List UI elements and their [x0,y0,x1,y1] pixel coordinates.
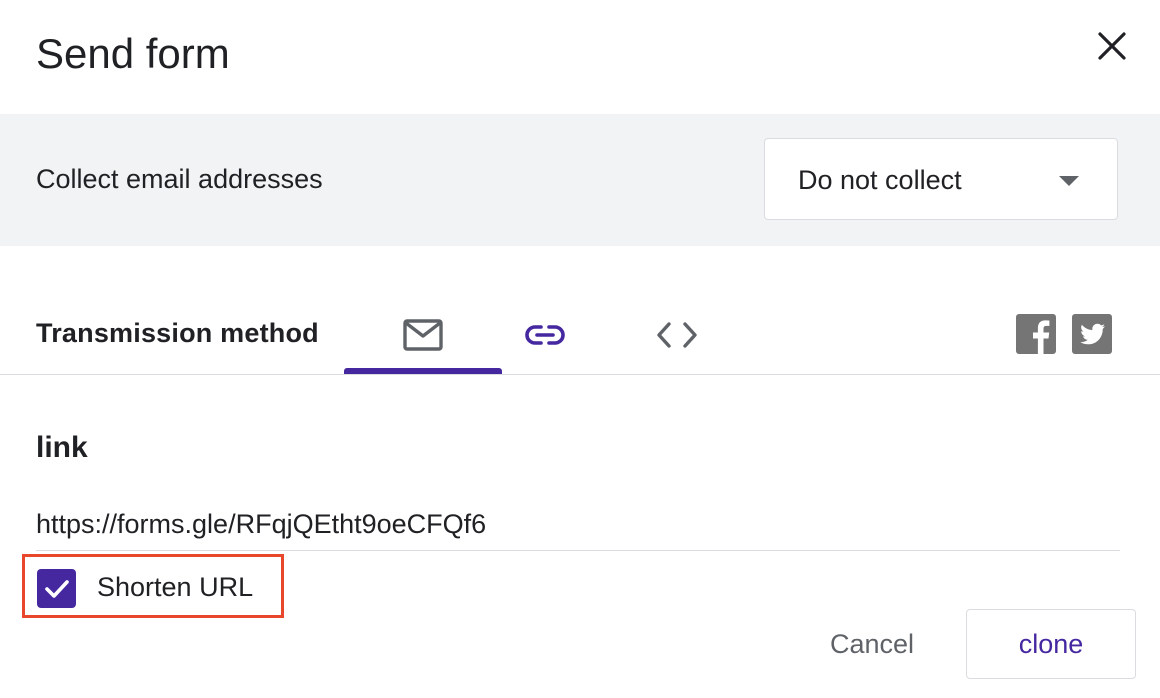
clone-button[interactable]: clone [966,609,1136,679]
dropdown-arrow-icon [1059,176,1079,186]
collect-email-dropdown[interactable]: Do not collect [764,138,1118,220]
collect-email-selected-value: Do not collect [798,165,962,195]
close-icon [1098,32,1126,60]
send-form-dialog: Send form Collect email addresses Do not… [0,0,1160,698]
dialog-title: Send form [36,30,230,77]
collect-email-label: Collect email addresses [36,164,323,194]
email-icon [403,319,443,351]
checkmark-icon [44,579,69,598]
twitter-icon [1072,314,1112,354]
form-url-field[interactable]: https://forms.gle/RFqjQEtht9oeCFQf6 [36,506,1120,551]
link-section-heading: link [36,431,88,464]
shorten-url-label[interactable]: Shorten URL [97,570,253,604]
transmission-method-label: Transmission method [36,318,319,348]
link-icon [525,325,565,345]
tab-embed[interactable] [604,296,750,374]
cancel-button[interactable]: Cancel [808,610,936,678]
share-twitter-button[interactable] [1072,314,1112,354]
close-button[interactable] [1090,24,1134,68]
facebook-icon [1016,314,1056,354]
tab-link[interactable] [470,296,620,374]
shorten-url-checkbox[interactable] [37,569,76,608]
share-facebook-button[interactable] [1016,314,1056,354]
embed-code-icon [657,322,697,348]
tabs-divider [0,374,1160,375]
